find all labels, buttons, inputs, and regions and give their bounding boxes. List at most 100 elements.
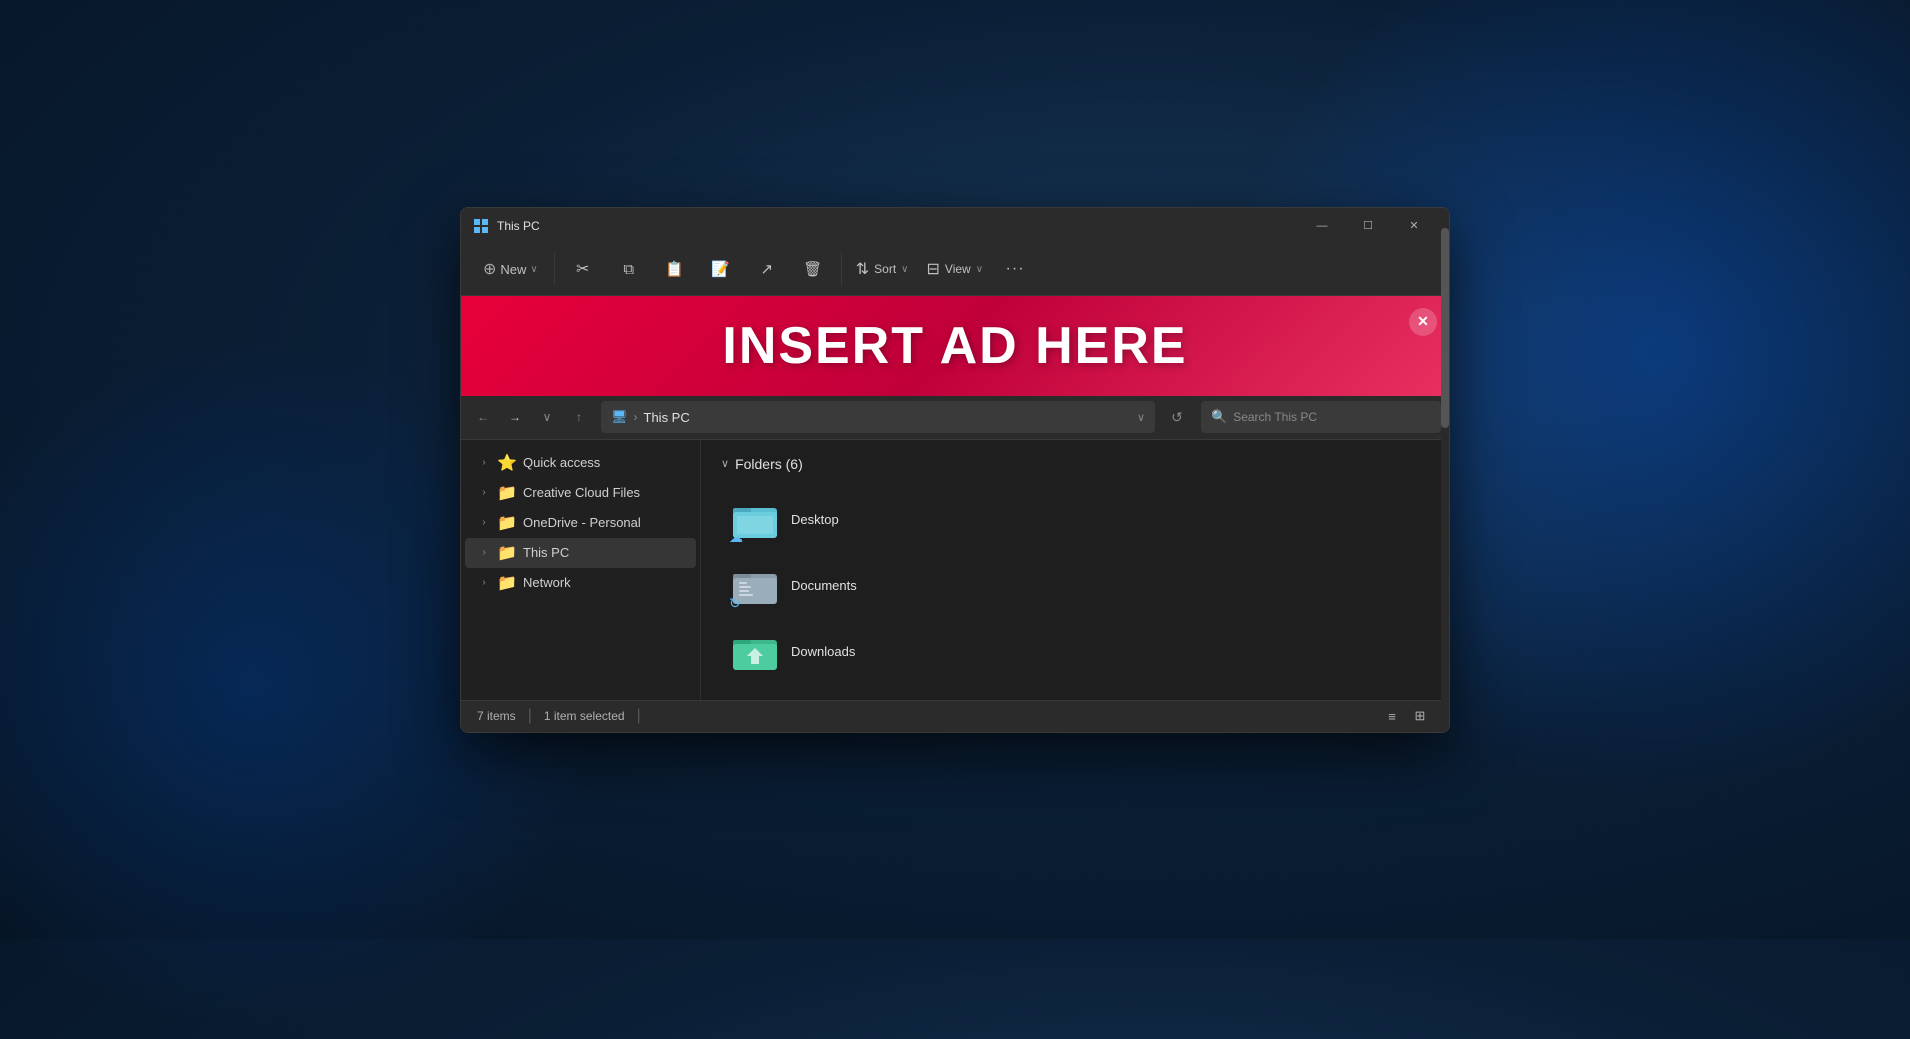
network-icon: 📁 (497, 573, 517, 593)
address-icon: 🖥 (611, 409, 628, 425)
titlebar-controls: — ☐ ✕ (1299, 208, 1437, 244)
items-count: 7 items (477, 709, 516, 723)
new-icon: ⊕ (483, 259, 496, 279)
sidebar-item-creative-cloud[interactable]: › 📁 Creative Cloud Files (465, 478, 696, 508)
more-button[interactable]: ··· (993, 247, 1037, 291)
network-chevron: › (477, 577, 491, 588)
this-pc-label: This PC (523, 545, 569, 560)
history-button[interactable]: ∨ (533, 403, 561, 431)
list-view-button[interactable]: ≡ (1379, 704, 1405, 728)
content-area: › ⭐ Quick access › 📁 Creative Cloud File… (461, 440, 1449, 700)
titlebar-left: This PC (473, 218, 540, 234)
view-toggle-buttons: ≡ ⊞ (1379, 704, 1433, 728)
scrollbar-track (1441, 440, 1449, 700)
view-chevron-icon: ∨ (976, 264, 983, 275)
copy-button[interactable]: ⧉ (607, 247, 651, 291)
share-icon: ↗ (760, 260, 773, 278)
new-button[interactable]: ⊕ New ∨ (473, 247, 548, 291)
sidebar-item-network[interactable]: › 📁 Network (465, 568, 696, 598)
sidebar-item-onedrive[interactable]: › 📁 OneDrive - Personal (465, 508, 696, 538)
ad-text: INSERT AD HERE (722, 316, 1187, 376)
statusbar-sep-1: | (528, 707, 532, 725)
file-explorer-window: This PC — ☐ ✕ ⊕ New ∨ ✂ ⧉ 📋 📝 ↗ (460, 207, 1450, 733)
downloads-folder-name: Downloads (791, 644, 855, 659)
this-pc-chevron: › (477, 547, 491, 558)
ad-close-button[interactable]: ✕ (1409, 308, 1437, 336)
address-bar[interactable]: 🖥 › This PC ∨ (601, 401, 1155, 433)
minimize-button[interactable]: — (1299, 208, 1345, 244)
sidebar-item-quick-access[interactable]: › ⭐ Quick access (465, 448, 696, 478)
grid-view-button[interactable]: ⊞ (1407, 704, 1433, 728)
statusbar: 7 items | 1 item selected | ≡ ⊞ (461, 700, 1449, 732)
address-chevron-icon: ∨ (1137, 411, 1145, 424)
refresh-button[interactable]: ↺ (1163, 403, 1191, 431)
documents-sync-icon: ↻ (729, 595, 741, 612)
address-separator: › (634, 410, 638, 424)
folders-chevron-icon: ∨ (721, 457, 729, 470)
window-title: This PC (497, 219, 540, 233)
sidebar-item-this-pc[interactable]: › 📁 This PC (465, 538, 696, 568)
toolbar-sep-2 (841, 253, 842, 285)
cut-icon: ✂ (576, 259, 589, 279)
sort-chevron-icon: ∨ (901, 264, 908, 275)
maximize-button[interactable]: ☐ (1345, 208, 1391, 244)
delete-button[interactable]: 🗑 (791, 247, 835, 291)
view-button[interactable]: ⊟ View ∨ (919, 247, 992, 291)
view-label: View (945, 262, 971, 276)
share-button[interactable]: ↗ (745, 247, 789, 291)
toolbar: ⊕ New ∨ ✂ ⧉ 📋 📝 ↗ 🗑 ⇅ Sort ∨ ⊟ (461, 244, 1449, 296)
main-panel: ∨ Folders (6) ☁ Desktop (701, 440, 1449, 700)
creative-cloud-label: Creative Cloud Files (523, 485, 640, 500)
titlebar: This PC — ☐ ✕ (461, 208, 1449, 244)
new-chevron-icon: ∨ (530, 264, 537, 275)
onedrive-chevron: › (477, 517, 491, 528)
up-button[interactable]: ↑ (565, 403, 593, 431)
folders-section-title: Folders (6) (735, 456, 803, 472)
back-button[interactable]: ← (469, 403, 497, 431)
folders-grid: ☁ Desktop (721, 488, 1429, 684)
forward-button[interactable]: → (501, 403, 529, 431)
folder-item-documents[interactable]: ↻ Documents (721, 554, 1429, 618)
folder-item-downloads[interactable]: Downloads (721, 620, 1429, 684)
more-icon: ··· (1006, 260, 1025, 278)
close-button[interactable]: ✕ (1391, 208, 1437, 244)
onedrive-label: OneDrive - Personal (523, 515, 641, 530)
desktop-folder-icon-wrap: ☁ (731, 496, 779, 544)
address-text: This PC (644, 410, 690, 425)
new-label: New (500, 262, 526, 277)
statusbar-sep-2: | (637, 707, 641, 725)
folder-item-desktop[interactable]: ☁ Desktop (721, 488, 1429, 552)
sort-icon: ⇅ (856, 259, 869, 279)
onedrive-icon: 📁 (497, 513, 517, 533)
downloads-folder-icon-wrap (731, 628, 779, 676)
ad-banner: INSERT AD HERE ✕ (461, 296, 1449, 396)
search-box[interactable]: 🔍 Search This PC (1201, 401, 1441, 433)
desktop-folder-name: Desktop (791, 512, 839, 527)
view-icon: ⊟ (927, 259, 940, 279)
window-icon (473, 218, 489, 234)
sort-button[interactable]: ⇅ Sort ∨ (848, 247, 917, 291)
paste-button[interactable]: 📋 (653, 247, 697, 291)
quick-access-chevron: › (477, 457, 491, 468)
sort-label: Sort (874, 262, 896, 276)
toolbar-sep-1 (554, 253, 555, 285)
rename-icon: 📝 (711, 260, 730, 278)
search-icon: 🔍 (1211, 409, 1227, 425)
quick-access-label: Quick access (523, 455, 600, 470)
creative-cloud-icon: 📁 (497, 483, 517, 503)
this-pc-icon: 📁 (497, 543, 517, 563)
network-label: Network (523, 575, 571, 590)
cut-button[interactable]: ✂ (561, 247, 605, 291)
delete-icon: 🗑 (803, 260, 822, 278)
copy-icon: ⧉ (623, 261, 634, 278)
desktop-sync-icon: ☁ (729, 529, 743, 546)
sidebar: › ⭐ Quick access › 📁 Creative Cloud File… (461, 440, 701, 700)
documents-folder-icon-wrap: ↻ (731, 562, 779, 610)
rename-button[interactable]: 📝 (699, 247, 743, 291)
documents-folder-name: Documents (791, 578, 857, 593)
quick-access-icon: ⭐ (497, 453, 517, 473)
selected-count: 1 item selected (544, 709, 625, 723)
navbar: ← → ∨ ↑ 🖥 › This PC ∨ ↺ 🔍 Search This PC (461, 396, 1449, 440)
creative-cloud-chevron: › (477, 487, 491, 498)
folders-section-header[interactable]: ∨ Folders (6) (721, 456, 1429, 472)
